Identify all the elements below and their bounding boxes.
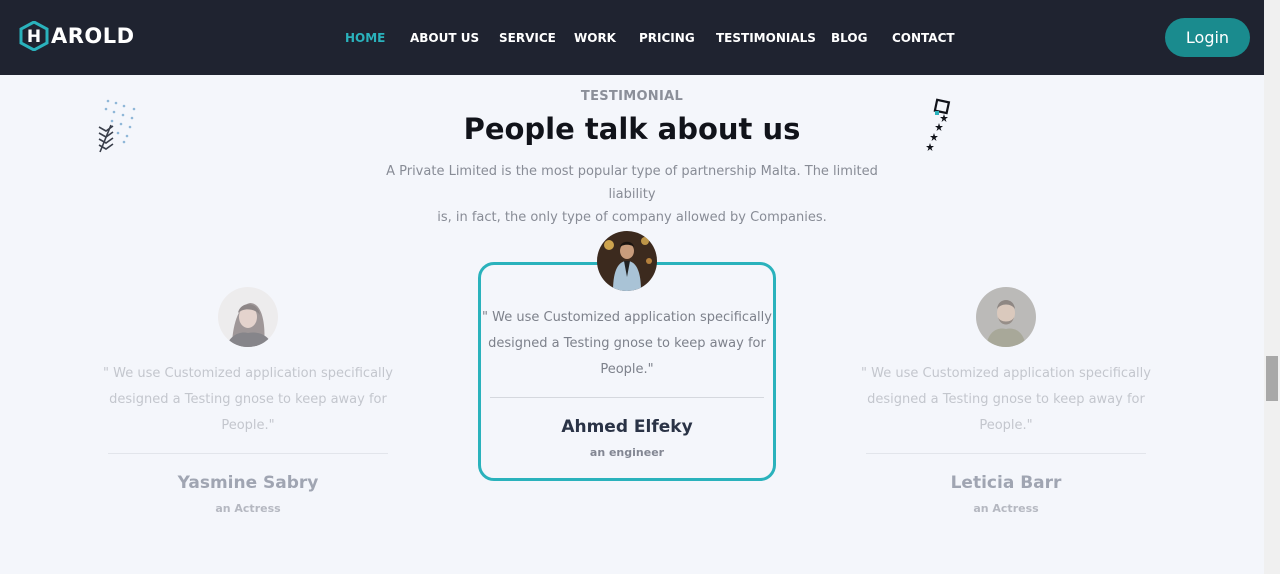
testimonial-name: Ahmed Elfeky xyxy=(561,417,693,437)
subtitle-line: A Private Limited is the most popular ty… xyxy=(386,164,878,202)
testimonial-role: an Actress xyxy=(973,502,1039,515)
testimonial-quote: " We use Customized application specific… xyxy=(98,361,398,439)
quote-line: People." xyxy=(221,418,275,433)
testimonial-quote: " We use Customized application specific… xyxy=(478,305,776,383)
quote-line: " We use Customized application specific… xyxy=(861,366,1151,381)
nav-about-us[interactable]: ABOUT US xyxy=(410,31,479,45)
section-eyebrow: TESTIMONIAL xyxy=(580,89,684,104)
nav-testimonials[interactable]: TESTIMONIALS xyxy=(716,31,816,45)
quote-line: designed a Testing gnose to keep away fo… xyxy=(109,392,387,407)
testimonial-role: an Actress xyxy=(215,502,281,515)
login-button[interactable]: Login xyxy=(1165,18,1250,57)
quote-line: designed a Testing gnose to keep away fo… xyxy=(488,336,766,351)
avatar xyxy=(597,231,657,291)
testimonial-name: Yasmine Sabry xyxy=(177,473,319,493)
section-title: People talk about us xyxy=(463,112,801,146)
nav-service[interactable]: SERVICE xyxy=(499,31,556,45)
testimonial-role: an engineer xyxy=(589,446,665,459)
quote-line: " We use Customized application specific… xyxy=(103,366,393,381)
main-nav: HOME ABOUT US SERVICE WORK PRICING TESTI… xyxy=(0,31,1264,47)
card-divider xyxy=(108,453,388,454)
nav-pricing[interactable]: PRICING xyxy=(639,31,695,45)
testimonial-name: Leticia Barr xyxy=(950,473,1062,493)
nav-blog[interactable]: BLOG xyxy=(831,31,867,45)
page-scrollbar[interactable] xyxy=(1264,0,1280,574)
quote-line: People." xyxy=(979,418,1033,433)
nav-work[interactable]: WORK xyxy=(574,31,616,45)
avatar xyxy=(218,287,278,347)
avatar xyxy=(976,287,1036,347)
scrollbar-thumb[interactable] xyxy=(1266,356,1278,401)
quote-line: designed a Testing gnose to keep away fo… xyxy=(867,392,1145,407)
nav-contact[interactable]: CONTACT xyxy=(892,31,955,45)
testimonial-quote: " We use Customized application specific… xyxy=(856,361,1156,439)
subtitle-line: is, in fact, the only type of company al… xyxy=(437,210,827,225)
quote-line: People." xyxy=(600,362,654,377)
card-divider xyxy=(490,397,764,398)
card-divider xyxy=(866,453,1146,454)
section-subtitle: A Private Limited is the most popular ty… xyxy=(376,160,888,229)
nav-home[interactable]: HOME xyxy=(345,31,385,45)
top-navbar: H AROLD HOME ABOUT US SERVICE WORK PRICI… xyxy=(0,0,1264,75)
quote-line: " We use Customized application specific… xyxy=(482,310,772,325)
